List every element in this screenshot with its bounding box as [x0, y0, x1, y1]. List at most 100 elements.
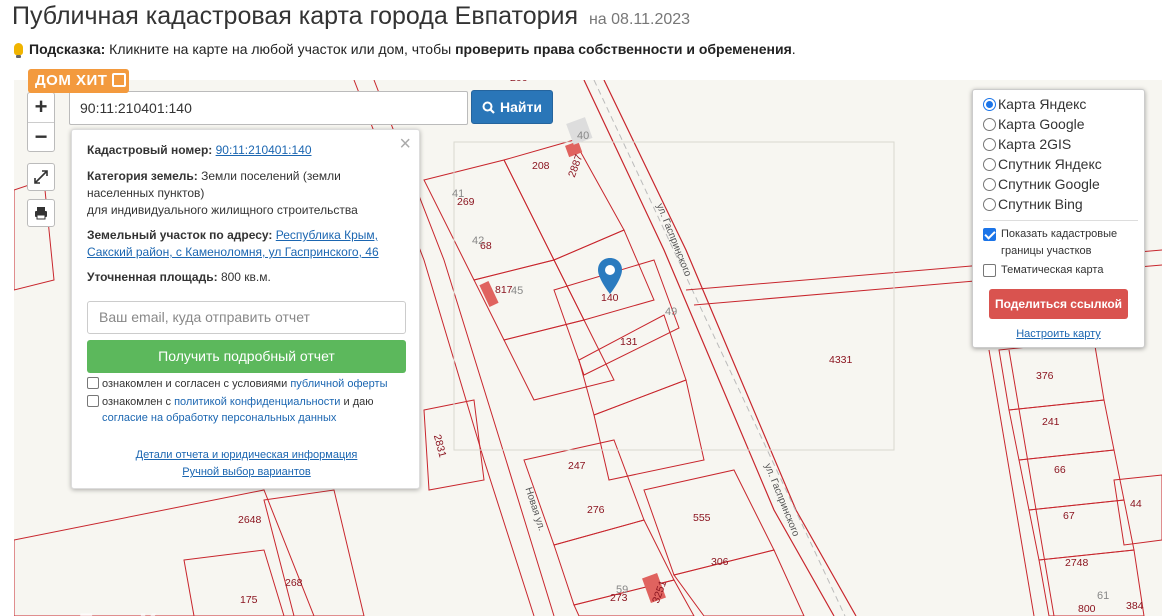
- parcel-label: 67: [1063, 510, 1075, 522]
- privacy-policy-link[interactable]: политикой конфиденциальности: [174, 396, 340, 408]
- hint-bold: проверить права собственности и обремене…: [455, 41, 792, 57]
- address-row: Земельный участок по адресу: Республика …: [87, 227, 405, 261]
- layer-option-label: Спутник Яндекс: [998, 156, 1102, 172]
- parcel-line: [988, 349, 1035, 616]
- radio-icon[interactable]: [983, 177, 996, 191]
- print-button[interactable]: [27, 199, 55, 227]
- radio-selected-icon[interactable]: [983, 97, 996, 111]
- watermark: ДомКлик: [74, 608, 214, 616]
- layer-option-label: Карта Яндекс: [998, 96, 1087, 112]
- address-label: Земельный участок по адресу:: [87, 228, 273, 242]
- radio-icon[interactable]: [983, 197, 996, 211]
- parcel: [14, 179, 55, 291]
- parcel-label: 175: [240, 594, 258, 606]
- radio-icon[interactable]: [983, 117, 996, 131]
- parcel-label: 276: [587, 504, 605, 516]
- search-button[interactable]: Найти: [471, 90, 553, 124]
- lightbulb-icon: [14, 43, 23, 58]
- configure-map-link[interactable]: Настроить карту: [973, 328, 1144, 340]
- printer-icon: [35, 207, 47, 220]
- expand-icon: [34, 170, 48, 184]
- area-label: Уточненная площадь:: [87, 270, 218, 284]
- parcel-label: 817: [495, 284, 513, 296]
- hint: Подсказка: Кликните на карте на любой уч…: [14, 41, 796, 58]
- fullscreen-button[interactable]: [27, 163, 55, 191]
- parcel: [573, 579, 695, 616]
- report-details-link[interactable]: Детали отчета и юридическая информация: [72, 449, 421, 461]
- parcel-label: 4331: [829, 354, 853, 366]
- show-borders-checkbox[interactable]: [983, 228, 996, 241]
- search-input[interactable]: 90:11:210401:140: [69, 91, 468, 125]
- page-title: Публичная кадастровая карта города Евпат…: [12, 2, 690, 31]
- parcel: [1008, 399, 1115, 461]
- privacy-consent-checkbox[interactable]: [87, 395, 99, 407]
- layer-option-label: Спутник Bing: [998, 196, 1083, 212]
- thematic-map-label: Тематическая карта: [1001, 264, 1104, 276]
- house-icon: [112, 73, 127, 87]
- layer-option-yandex-map[interactable]: Карта Яндекс: [983, 96, 1086, 112]
- parcel: [183, 549, 285, 616]
- parcel-info-popup: × Кадастровый номер: 90:11:210401:140 Ка…: [71, 129, 420, 489]
- layer-option-bing-satellite[interactable]: Спутник Bing: [983, 196, 1083, 212]
- parcel-label: 247: [568, 460, 586, 472]
- zoom-in-button[interactable]: +: [28, 93, 54, 122]
- parcel-label: 61: [1097, 590, 1110, 602]
- hint-label: Подсказка:: [29, 41, 106, 57]
- offer-consent-checkbox[interactable]: [87, 377, 99, 389]
- parcel: [593, 379, 705, 481]
- land-purpose: для индивидуального жилищного строительс…: [87, 203, 358, 217]
- layer-option-google-map[interactable]: Карта Google: [983, 116, 1085, 132]
- parcel-label: 49: [665, 306, 678, 318]
- parcel: [263, 489, 365, 616]
- public-offer-link[interactable]: публичной оферты: [290, 378, 387, 390]
- radio-icon[interactable]: [983, 157, 996, 171]
- show-borders-option[interactable]: Показать кадастровые границы участков: [983, 226, 1117, 260]
- land-category-label: Категория земель:: [87, 169, 198, 183]
- cadastral-number-row: Кадастровый номер: 90:11:210401:140: [87, 142, 405, 159]
- parcel-label: 384: [1126, 600, 1144, 612]
- thematic-map-checkbox[interactable]: [983, 264, 996, 277]
- manual-choice-link[interactable]: Ручной выбор вариантов: [72, 466, 421, 478]
- parcel-label: 306: [711, 556, 729, 568]
- road-edge: [603, 80, 857, 616]
- parcel-label: 206: [510, 80, 528, 84]
- parcel-label: 555: [693, 512, 711, 524]
- land-category-row: Категория земель: Земли поселений (земли…: [87, 168, 405, 202]
- parcel: [673, 549, 805, 616]
- parcel-label: 42: [472, 235, 485, 247]
- area-value: 800 кв.м.: [220, 270, 271, 284]
- zoom-out-button[interactable]: −: [28, 122, 54, 151]
- get-report-button[interactable]: Получить подробный отчет: [87, 340, 406, 373]
- road-centre: [593, 80, 846, 616]
- email-input[interactable]: Ваш email, куда отправить отчет: [87, 301, 406, 334]
- show-borders-label-2: границы участков: [1001, 245, 1092, 257]
- radio-icon[interactable]: [983, 137, 996, 151]
- location-pin-icon[interactable]: [598, 258, 622, 299]
- thematic-map-option[interactable]: Тематическая карта: [983, 262, 1103, 279]
- parcel: [503, 319, 615, 401]
- privacy-consent: ознакомлен с политикой конфиденциальност…: [87, 394, 407, 426]
- parcel-label: 59: [616, 584, 629, 596]
- cadastral-number-link[interactable]: 90:11:210401:140: [216, 143, 312, 157]
- parcel-label: 131: [620, 336, 638, 348]
- brand-logo[interactable]: ДОМ ХИТ: [28, 69, 130, 93]
- page-title-text: Публичная кадастровая карта города Евпат…: [12, 2, 579, 30]
- layer-option-2gis-map[interactable]: Карта 2GIS: [983, 136, 1071, 152]
- layer-option-google-satellite[interactable]: Спутник Google: [983, 176, 1100, 192]
- parcel-line: [1008, 349, 1055, 616]
- show-borders-label-1: Показать кадастровые: [1001, 228, 1118, 240]
- parcel-label: 208: [532, 160, 550, 172]
- share-link-button[interactable]: Поделиться ссылкой: [989, 289, 1128, 319]
- parcel-label: 376: [1036, 370, 1054, 382]
- layer-option-label: Спутник Google: [998, 176, 1100, 192]
- brand-logo-text: ДОМ ХИТ: [35, 72, 108, 89]
- layer-option-yandex-satellite[interactable]: Спутник Яндекс: [983, 156, 1102, 172]
- parcel-label: 800: [1078, 603, 1096, 615]
- parcel-label: 268: [285, 577, 303, 589]
- parcel-label: 44: [1130, 498, 1142, 510]
- offer-consent-text: ознакомлен и согласен с условиями: [102, 378, 291, 390]
- area-row: Уточненная площадь: 800 кв.м.: [87, 269, 405, 286]
- parcel-label: 45: [511, 285, 524, 297]
- data-processing-link[interactable]: согласие на обработку персональных данны…: [102, 412, 336, 424]
- zoom-control: + −: [27, 92, 55, 152]
